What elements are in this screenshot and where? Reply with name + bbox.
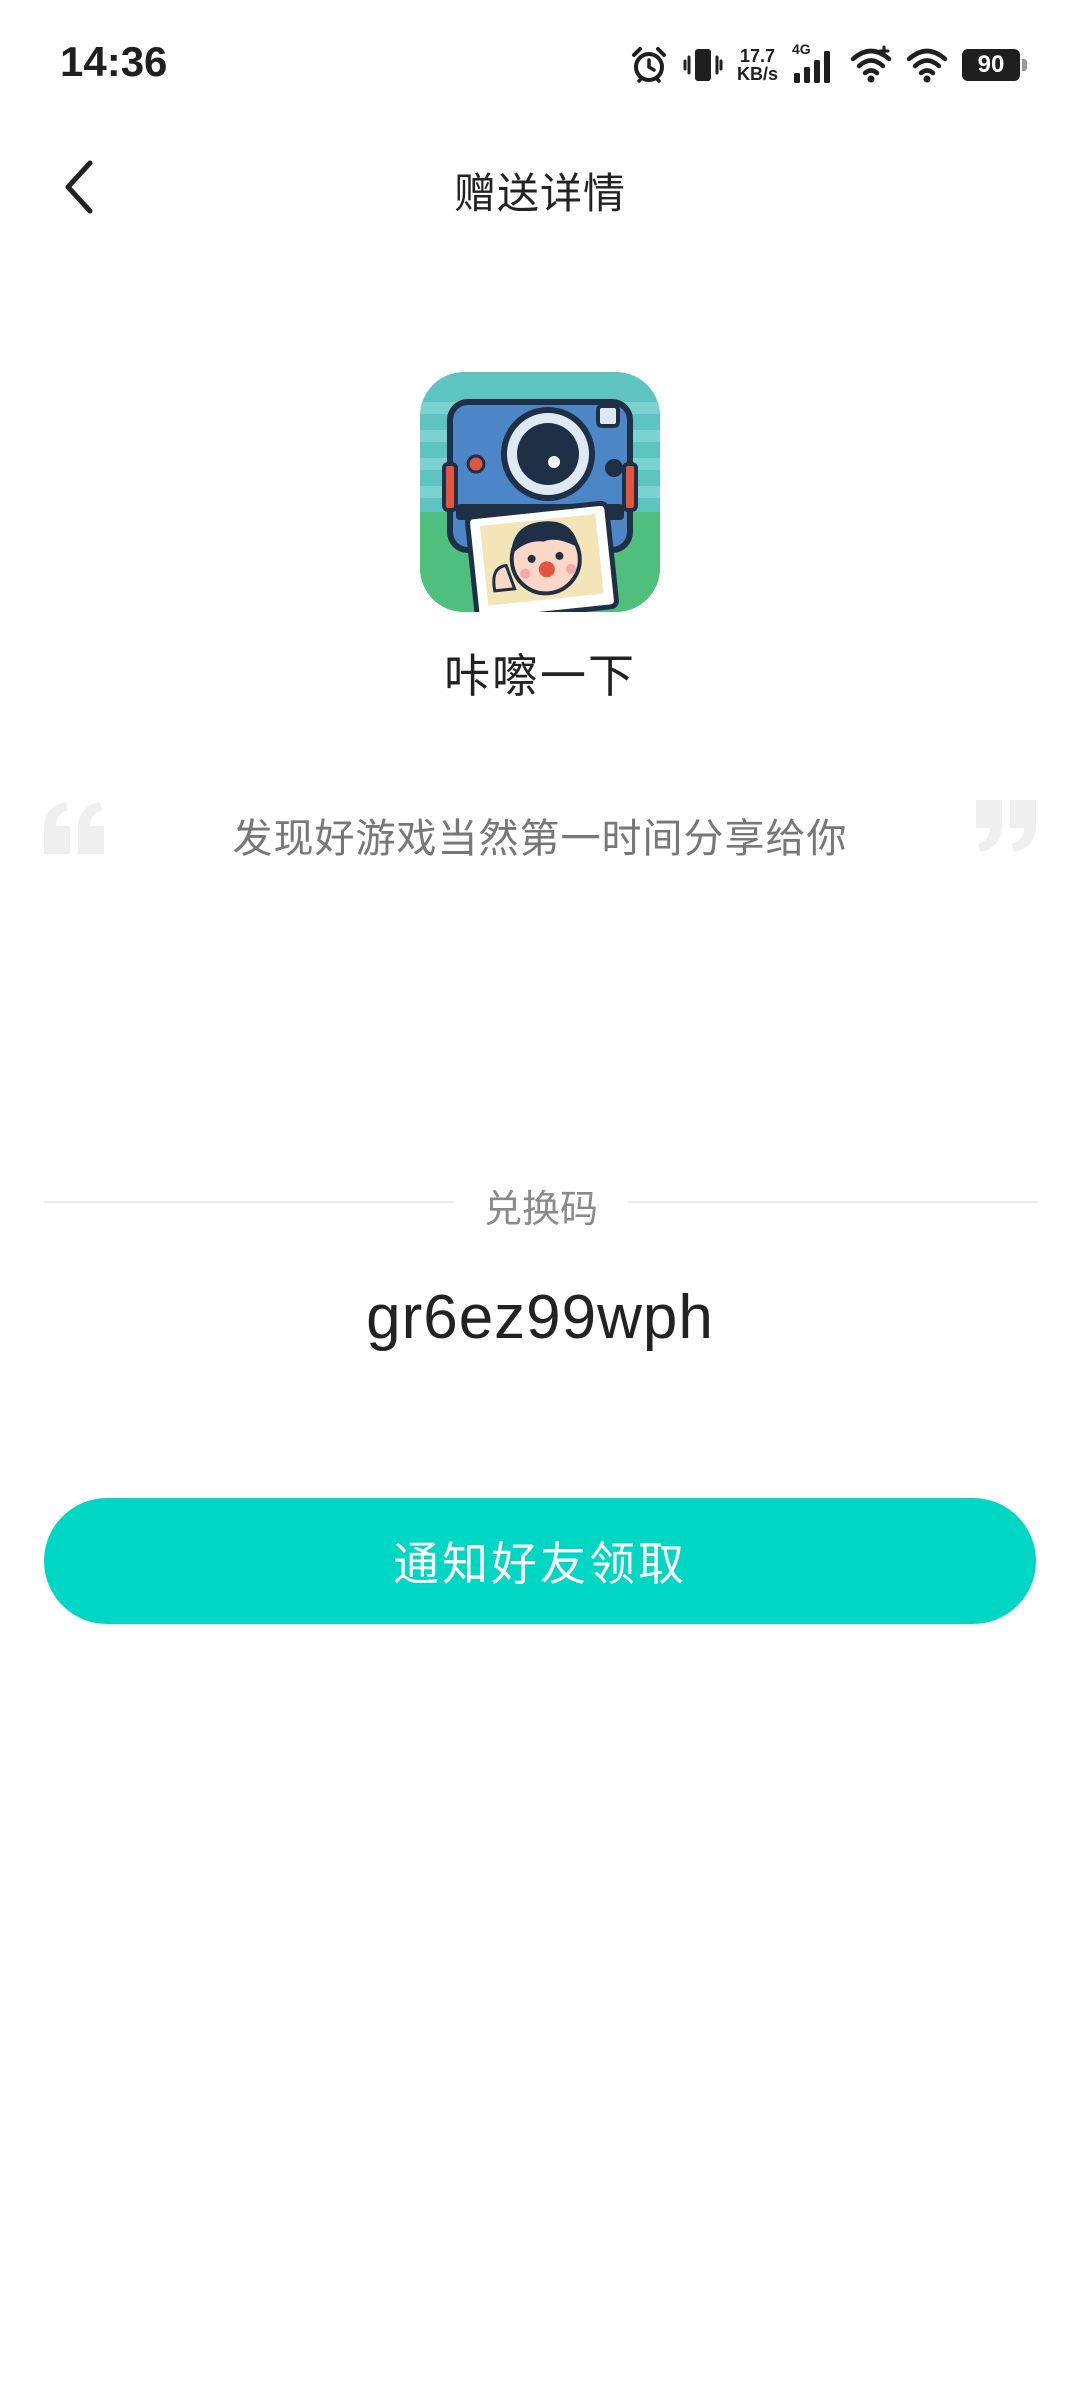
network-speed-value: 17.7 [739,46,776,66]
gift-message: 发现好游戏当然第一时间分享给你 [232,816,848,862]
battery-level: 90 [977,51,1005,78]
app-name: 咔嚓一下 [444,649,636,703]
divider-right [628,1201,1038,1203]
notify-friend-button[interactable]: 通知好友领取 [44,1498,1036,1624]
wifi-icon [850,45,892,85]
cellular-signal-icon: 4G [792,41,836,85]
battery-icon: 90 [962,49,1027,81]
open-quote-icon [42,800,108,854]
network-speed: 17.7 KB/s [737,47,778,83]
page-title: 赠送详情 [453,169,626,218]
divider-left [44,1201,454,1203]
vibrate-icon [683,45,723,85]
network-speed-unit: KB/s [736,64,778,84]
header: 赠送详情 [0,130,1080,240]
redeem-code-label: 兑换码 [483,1187,598,1231]
redeem-code[interactable]: gr6ez99wph [0,1282,1080,1353]
close-quote-icon [972,800,1038,854]
gift-detail-page: 14:36 17.7 KB/s 4G 90 赠送详情 咔嚓一下 发现好游戏当然第… [0,0,1080,2400]
status-bar: 14:36 17.7 KB/s 4G 90 [0,0,1080,130]
notify-friend-label: 通知好友领取 [393,1537,687,1591]
status-icons: 17.7 KB/s 4G 90 [629,40,1027,90]
camera-app-icon [420,372,660,612]
status-time: 14:36 [60,38,168,85]
alarm-icon [629,45,669,85]
wifi-icon [906,45,948,85]
